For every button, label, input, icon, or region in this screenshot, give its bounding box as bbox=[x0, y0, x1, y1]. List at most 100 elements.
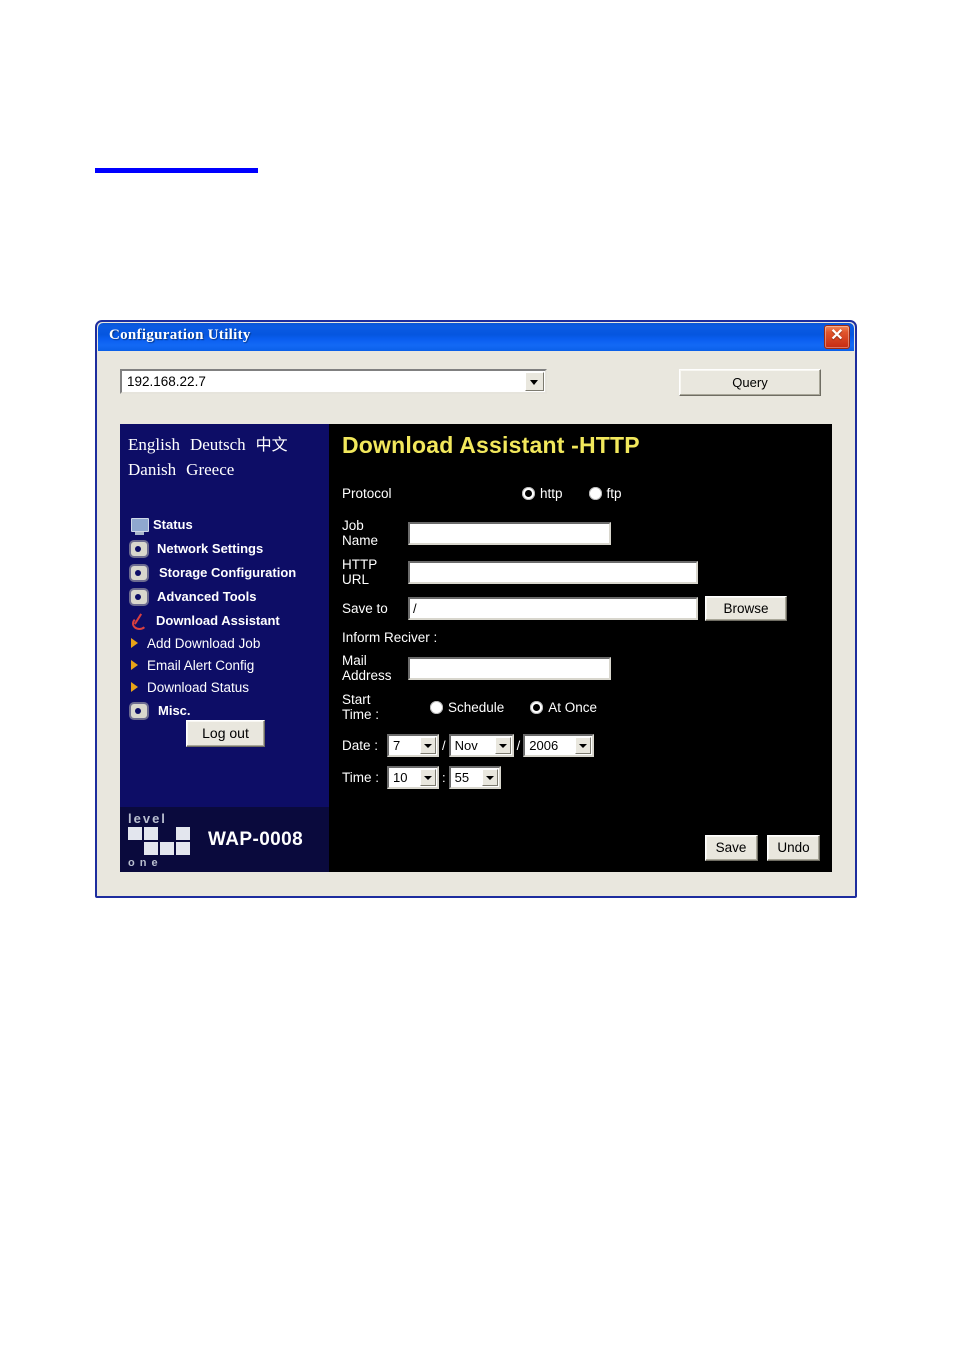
undo-button[interactable]: Undo bbox=[767, 835, 820, 861]
page-title: Download Assistant -HTTP bbox=[342, 432, 640, 458]
job-name-row: Job Name bbox=[342, 518, 812, 548]
brand-logo: level one WAP-0008 bbox=[120, 807, 329, 872]
date-month-select[interactable]: Nov bbox=[448, 734, 514, 757]
chevron-down-icon[interactable] bbox=[494, 737, 511, 754]
protocol-ftp-radio[interactable] bbox=[588, 486, 602, 500]
http-url-label: HTTP URL bbox=[342, 557, 378, 587]
date-label: Date : bbox=[342, 738, 379, 753]
protocol-ftp-label: ftp bbox=[606, 485, 622, 501]
protocol-http-label: http bbox=[540, 485, 563, 501]
sidebar-nav: Status Network Settings Storage Configur… bbox=[120, 512, 329, 722]
chevron-down-icon[interactable] bbox=[420, 769, 436, 786]
sidebar-subitem-label: Email Alert Config bbox=[147, 657, 255, 673]
gear-icon bbox=[131, 703, 147, 718]
date-row: Date : 7 / Nov / 2006 bbox=[342, 734, 812, 757]
mail-address-row: Mail Address bbox=[342, 653, 812, 683]
sidebar-item-misc[interactable]: Misc. bbox=[120, 698, 329, 722]
time-minute-value: 55 bbox=[454, 770, 470, 785]
sidebar-item-label: Download Assistant bbox=[156, 612, 280, 628]
form-actions: Save Undo bbox=[700, 835, 820, 861]
time-minute-select[interactable]: 55 bbox=[448, 766, 501, 789]
device-address-combobox[interactable]: 192.168.22.7 bbox=[120, 369, 547, 394]
logout-button[interactable]: Log out bbox=[186, 720, 265, 747]
arrow-right-icon bbox=[131, 682, 145, 692]
sidebar-item-email-alert-config[interactable]: Email Alert Config bbox=[120, 654, 329, 676]
start-time-at-once-label: At Once bbox=[548, 699, 598, 715]
date-year-select[interactable]: 2006 bbox=[523, 734, 595, 757]
chevron-down-icon[interactable] bbox=[575, 737, 592, 754]
mail-address-input[interactable] bbox=[408, 656, 611, 680]
date-day-select[interactable]: 7 bbox=[387, 734, 439, 757]
close-icon: ✕ bbox=[830, 327, 844, 344]
check-pen-icon bbox=[131, 613, 147, 630]
logo-brand-bottom: one bbox=[128, 856, 163, 869]
sidebar-item-label: Advanced Tools bbox=[157, 588, 257, 604]
window-titlebar: Configuration Utility ✕ bbox=[98, 323, 854, 351]
browse-button[interactable]: Browse bbox=[705, 596, 787, 621]
device-address-value: 192.168.22.7 bbox=[127, 374, 206, 389]
sidebar-item-download-status[interactable]: Download Status bbox=[120, 676, 329, 698]
job-name-input[interactable] bbox=[408, 521, 611, 545]
close-button[interactable]: ✕ bbox=[824, 325, 850, 349]
time-label: Time : bbox=[342, 770, 379, 785]
address-toolbar: 192.168.22.7 Query bbox=[97, 356, 855, 402]
device-model-label: WAP-0008 bbox=[208, 828, 304, 850]
arrow-right-icon bbox=[131, 660, 145, 670]
http-url-input[interactable] bbox=[408, 560, 698, 584]
sidebar-subitem-label: Download Status bbox=[147, 679, 250, 695]
sidebar-item-status[interactable]: Status bbox=[120, 512, 329, 536]
monitor-icon bbox=[131, 517, 149, 535]
sidebar-item-label: Storage Configuration bbox=[159, 564, 297, 580]
start-time-row: Start Time : Schedule At Once bbox=[342, 692, 812, 722]
language-link-english[interactable]: English bbox=[128, 435, 180, 454]
configuration-utility-window: Configuration Utility ✕ 192.168.22.7 Que… bbox=[95, 320, 857, 898]
chevron-down-icon[interactable] bbox=[420, 737, 436, 754]
protocol-label: Protocol bbox=[342, 485, 392, 501]
date-day-value: 7 bbox=[393, 738, 401, 753]
time-hour-select[interactable]: 10 bbox=[387, 766, 439, 789]
start-time-label: Start Time : bbox=[342, 692, 379, 722]
chevron-down-icon[interactable] bbox=[481, 769, 498, 786]
date-separator-2: / bbox=[516, 738, 521, 753]
download-job-form: Protocol http ftp Job Name HTTP URL Save… bbox=[342, 482, 812, 798]
gear-icon bbox=[131, 565, 147, 580]
language-link-chinese[interactable]: 中文 bbox=[256, 435, 288, 454]
logo-grid-icon bbox=[128, 826, 190, 855]
sidebar-item-network-settings[interactable]: Network Settings bbox=[120, 536, 329, 560]
http-url-row: HTTP URL bbox=[342, 557, 812, 587]
sidebar-item-label: Misc. bbox=[158, 702, 191, 718]
language-link-danish[interactable]: Danish bbox=[128, 460, 176, 479]
sidebar-item-storage-configuration[interactable]: Storage Configuration bbox=[120, 560, 329, 584]
window-title: Configuration Utility bbox=[109, 327, 251, 343]
date-year-value: 2006 bbox=[529, 738, 559, 753]
start-time-schedule-radio[interactable] bbox=[430, 700, 443, 714]
levelone-logo-icon: level one bbox=[126, 811, 198, 869]
sidebar-item-label: Network Settings bbox=[157, 540, 264, 556]
sidebar-subitem-label: Add Download Job bbox=[147, 635, 261, 651]
language-link-greece[interactable]: Greece bbox=[186, 460, 234, 479]
time-row: Time : 10 : 55 bbox=[342, 766, 812, 789]
save-to-row: Save to Browse bbox=[342, 596, 812, 621]
save-to-label: Save to bbox=[342, 601, 388, 616]
logo-brand-top: level bbox=[128, 810, 167, 826]
sidebar-item-advanced-tools[interactable]: Advanced Tools bbox=[120, 584, 329, 608]
chevron-down-icon[interactable] bbox=[525, 372, 544, 391]
start-time-at-once-radio[interactable] bbox=[530, 700, 544, 714]
save-button[interactable]: Save bbox=[704, 835, 758, 861]
time-separator: : bbox=[442, 770, 446, 785]
query-button[interactable]: Query bbox=[679, 369, 821, 396]
sidebar-item-label: Status bbox=[153, 516, 193, 532]
protocol-http-radio[interactable] bbox=[522, 486, 535, 500]
save-to-input[interactable] bbox=[408, 597, 698, 620]
sidebar-item-add-download-job[interactable]: Add Download Job bbox=[120, 632, 329, 654]
date-month-value: Nov bbox=[454, 738, 478, 753]
gear-icon bbox=[131, 589, 147, 604]
sidebar: English Deutsch 中文 Danish Greece Status Net… bbox=[120, 424, 329, 872]
language-link-deutsch[interactable]: Deutsch bbox=[190, 435, 246, 454]
job-name-label: Job Name bbox=[342, 518, 379, 548]
gear-icon bbox=[131, 541, 147, 556]
top-divider-rule bbox=[95, 168, 258, 173]
device-web-panel: English Deutsch 中文 Danish Greece Status Net… bbox=[120, 424, 832, 872]
main-content: Download Assistant -HTTP Protocol http f… bbox=[329, 424, 832, 872]
sidebar-item-download-assistant[interactable]: Download Assistant bbox=[120, 608, 329, 632]
